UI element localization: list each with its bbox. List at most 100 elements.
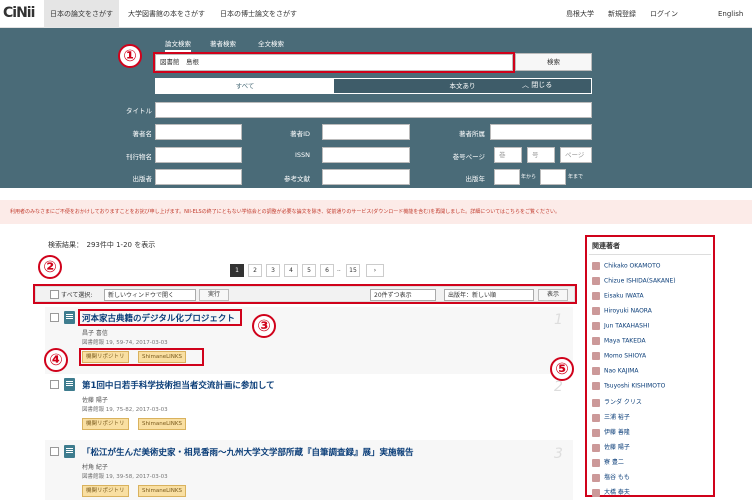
related-author-link[interactable]: 三浦 裕子	[592, 412, 630, 424]
tab-article-search[interactable]: 論文検索	[165, 38, 191, 52]
select-all-checkbox[interactable]	[50, 290, 59, 299]
person-icon	[592, 262, 600, 270]
author-name: 佐藤 陽子	[604, 444, 630, 451]
related-author-link[interactable]: Maya TAKEDA	[592, 337, 646, 349]
related-author-link[interactable]: Momo SHIOYA	[592, 352, 646, 364]
author-name: Eisaku IWATA	[604, 292, 644, 300]
search-button[interactable]: 検索	[515, 53, 592, 71]
tab-fulltext-search[interactable]: 全文検索	[258, 38, 284, 48]
title-field[interactable]	[155, 102, 592, 118]
related-author-link[interactable]: 伊藤 善隆	[592, 427, 630, 439]
related-author-link[interactable]: Chizue ISHIDA(SAKANE)	[592, 277, 676, 289]
toggle-fulltext-option[interactable]: 本文あり	[334, 79, 591, 93]
label-references: 参考文献	[284, 175, 310, 183]
year-to-field[interactable]	[540, 169, 566, 185]
page-2[interactable]: 2	[248, 264, 262, 277]
run-button[interactable]: 実行	[199, 289, 229, 301]
result-source: 図書館報 19, 75-82, 2017-03-03	[82, 407, 168, 413]
related-author-link[interactable]: Hiroyuki NAORA	[592, 307, 652, 319]
author-name: Hiroyuki NAORA	[604, 307, 652, 315]
person-icon	[592, 367, 600, 375]
year-from-label: 年から	[521, 174, 537, 180]
result-number: 2	[554, 379, 563, 395]
english-link[interactable]: English	[718, 0, 743, 28]
annotation-marker-2: ②	[38, 255, 62, 279]
show-button[interactable]: 表示	[538, 289, 568, 301]
related-author-link[interactable]: 佐藤 陽子	[592, 442, 630, 454]
label-publisher: 出版者	[132, 175, 153, 183]
author-name: Maya TAKEDA	[604, 337, 646, 345]
per-page-select[interactable]: 20件ずつ表示	[370, 289, 436, 301]
related-author-link[interactable]: 塩谷 もも	[592, 472, 630, 484]
tab-author-search[interactable]: 著者検索	[210, 38, 236, 48]
close-advanced-link[interactable]: ︿ 閉じる	[522, 80, 552, 90]
register-link[interactable]: 新規登録	[608, 0, 636, 28]
person-icon	[592, 352, 600, 360]
person-icon	[592, 322, 600, 330]
window-select[interactable]: 新しいウィンドウで開く	[104, 289, 196, 301]
page-5[interactable]: 5	[302, 264, 316, 277]
author-name: 寮 豊二	[604, 459, 624, 466]
person-icon	[592, 443, 600, 452]
result-author[interactable]: 昌子 喜信	[82, 328, 108, 337]
result-number: 3	[554, 446, 563, 462]
label-affiliation: 著者所属	[459, 130, 485, 138]
result-title-link[interactable]: 「松江が生んだ美術史家・相見香雨～九州大学文学部所蔵『自筆調査録』展」実施報告	[82, 446, 414, 458]
repository-badge[interactable]: 機関リポジトリ	[82, 485, 129, 497]
page-next[interactable]: ›	[366, 264, 384, 277]
institution-link[interactable]: 島根大学	[566, 0, 594, 28]
related-author-link[interactable]: Tsuyoshi KISHIMOTO	[592, 382, 665, 394]
page-3[interactable]: 3	[266, 264, 280, 277]
references-field[interactable]	[322, 169, 410, 185]
result-author[interactable]: 佐藤 陽子	[82, 395, 108, 404]
related-author-link[interactable]: ランダ クリス	[592, 397, 642, 409]
tab-search-dissertations[interactable]: 日本の博士論文をさがす	[214, 0, 303, 28]
annotation-marker-5: ⑤	[550, 357, 574, 381]
label-author: 著者名	[132, 130, 153, 138]
person-icon	[592, 458, 600, 467]
page-field[interactable]: ページ	[560, 147, 592, 163]
author-name: Chikako OKAMOTO	[604, 262, 661, 270]
issue-field[interactable]: 号	[527, 147, 555, 163]
publisher-field[interactable]	[155, 169, 242, 185]
related-author-link[interactable]: Eisaku IWATA	[592, 292, 644, 304]
login-link[interactable]: ログイン	[650, 0, 678, 28]
related-author-link[interactable]: Nao KAJIMA	[592, 367, 639, 379]
related-author-link[interactable]: Chikako OKAMOTO	[592, 262, 661, 274]
related-author-link[interactable]: 寮 豊二	[592, 457, 624, 469]
affiliation-field[interactable]	[490, 124, 592, 140]
person-icon	[592, 428, 600, 437]
author-id-field[interactable]	[322, 124, 410, 140]
result-checkbox[interactable]	[50, 380, 59, 389]
shimanelinks-badge[interactable]: ShimaneLINKS	[138, 418, 187, 430]
toggle-all-option[interactable]: すべて	[156, 79, 334, 93]
page-15[interactable]: 15	[346, 264, 360, 277]
tab-search-papers[interactable]: 日本の論文をさがす	[44, 0, 119, 28]
result-source: 図書館報 19, 59-74, 2017-03-03	[82, 340, 168, 346]
result-checkbox[interactable]	[50, 313, 59, 322]
result-title-link[interactable]: 第1回中日若手科学技術担当者交流計画に参加して	[82, 379, 275, 391]
year-from-field[interactable]	[494, 169, 520, 185]
result-checkbox[interactable]	[50, 447, 59, 456]
tab-search-books[interactable]: 大学図書館の本をさがす	[122, 0, 211, 28]
sort-select[interactable]: 出版年：新しい順	[444, 289, 534, 301]
related-author-link[interactable]: 大橋 泰夫	[592, 487, 630, 499]
shimanelinks-badge[interactable]: ShimaneLINKS	[138, 485, 187, 497]
person-icon	[592, 488, 600, 497]
person-icon	[592, 473, 600, 482]
related-author-link[interactable]: Jun TAKAHASHI	[592, 322, 649, 334]
repository-badge[interactable]: 機関リポジトリ	[82, 418, 129, 430]
page-6[interactable]: 6	[320, 264, 334, 277]
document-icon	[64, 378, 75, 391]
page-4[interactable]: 4	[284, 264, 298, 277]
issn-field[interactable]	[322, 147, 410, 163]
annotation-marker-4: ④	[44, 348, 68, 372]
author-name: Tsuyoshi KISHIMOTO	[604, 382, 666, 390]
cinii-logo[interactable]: CiNii	[3, 5, 35, 21]
person-icon	[592, 337, 600, 345]
page-1[interactable]: 1	[230, 264, 244, 277]
volume-field[interactable]: 巻	[494, 147, 522, 163]
author-field[interactable]	[155, 124, 242, 140]
journal-field[interactable]	[155, 147, 242, 163]
result-author[interactable]: 村角 紀子	[82, 462, 108, 471]
